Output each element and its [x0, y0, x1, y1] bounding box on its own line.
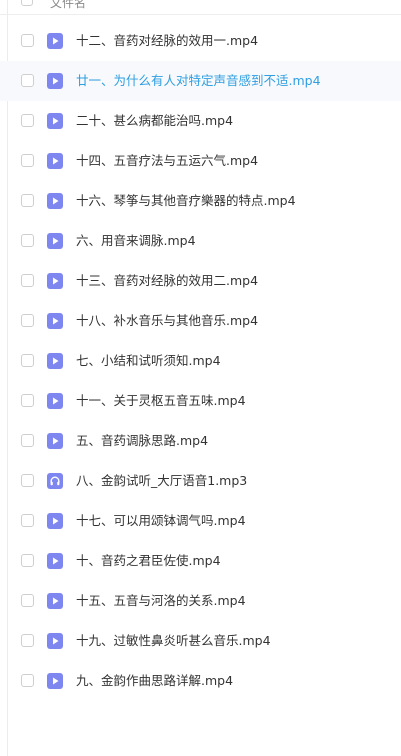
file-row[interactable]: 六、用音来调脉.mp4: [0, 221, 401, 261]
file-list-panel: 文件名 十二、音药对经脉的效用一.mp4 廿一、为什么有人对特定声音感到不适.mp…: [0, 0, 401, 756]
file-checkbox[interactable]: [21, 594, 34, 607]
file-name-link[interactable]: 十七、可以用颂钵调气吗.mp4: [76, 513, 246, 529]
video-file-icon: [47, 673, 63, 689]
video-file-icon: [47, 113, 63, 129]
file-row[interactable]: 十九、过敏性鼻炎听甚么音乐.mp4: [0, 621, 401, 661]
video-file-icon: [47, 353, 63, 369]
file-row[interactable]: 十二、音药对经脉的效用一.mp4: [0, 21, 401, 61]
file-name-link[interactable]: 十九、过敏性鼻炎听甚么音乐.mp4: [76, 633, 271, 649]
file-checkbox[interactable]: [21, 354, 34, 367]
audio-file-icon: [47, 473, 63, 489]
file-row[interactable]: 十七、可以用颂钵调气吗.mp4: [0, 501, 401, 541]
file-checkbox[interactable]: [21, 74, 34, 87]
video-file-icon: [47, 633, 63, 649]
file-checkbox[interactable]: [21, 154, 34, 167]
file-row[interactable]: 十四、五音疗法与五运六气.mp4: [0, 141, 401, 181]
file-name-link[interactable]: 八、金韵试听_大厅语音1.mp3: [76, 473, 247, 489]
file-name-link[interactable]: 十四、五音疗法与五运六气.mp4: [76, 153, 258, 169]
video-file-icon: [47, 433, 63, 449]
file-checkbox[interactable]: [21, 554, 34, 567]
file-name-link[interactable]: 十五、五音与河洛的关系.mp4: [76, 593, 246, 609]
column-header-filename[interactable]: 文件名: [50, 0, 86, 10]
video-file-icon: [47, 273, 63, 289]
file-row[interactable]: 十一、关于灵枢五音五味.mp4: [0, 381, 401, 421]
file-checkbox[interactable]: [21, 34, 34, 47]
video-file-icon: [47, 513, 63, 529]
file-row[interactable]: 二十、甚么病都能治吗.mp4: [0, 101, 401, 141]
file-checkbox[interactable]: [21, 394, 34, 407]
file-name-link[interactable]: 二十、甚么病都能治吗.mp4: [76, 113, 233, 129]
video-file-icon: [47, 313, 63, 329]
video-file-icon: [47, 553, 63, 569]
file-checkbox[interactable]: [21, 114, 34, 127]
file-checkbox[interactable]: [21, 194, 34, 207]
file-name-link[interactable]: 十一、关于灵枢五音五味.mp4: [76, 393, 246, 409]
select-all-checkbox[interactable]: [21, 0, 33, 6]
file-name-link[interactable]: 六、用音来调脉.mp4: [76, 233, 196, 249]
file-checkbox[interactable]: [21, 434, 34, 447]
file-row[interactable]: 十、音药之君臣佐使.mp4: [0, 541, 401, 581]
file-name-link[interactable]: 十六、琴筝与其他音疗樂器的特点.mp4: [76, 193, 296, 209]
video-file-icon: [47, 153, 63, 169]
file-name-link[interactable]: 五、音药调脉思路.mp4: [76, 433, 208, 449]
file-row[interactable]: 八、金韵试听_大厅语音1.mp3: [0, 461, 401, 501]
file-checkbox[interactable]: [21, 314, 34, 327]
file-checkbox[interactable]: [21, 234, 34, 247]
file-row[interactable]: 十三、音药对经脉的效用二.mp4: [0, 261, 401, 301]
file-row[interactable]: 十五、五音与河洛的关系.mp4: [0, 581, 401, 621]
file-row[interactable]: 廿一、为什么有人对特定声音感到不适.mp4: [0, 61, 401, 101]
file-name-link[interactable]: 十八、补水音乐与其他音乐.mp4: [76, 313, 258, 329]
file-name-link[interactable]: 七、小结和试听须知.mp4: [76, 353, 221, 369]
video-file-icon: [47, 393, 63, 409]
file-name-link[interactable]: 十二、音药对经脉的效用一.mp4: [76, 33, 258, 49]
file-row[interactable]: 十六、琴筝与其他音疗樂器的特点.mp4: [0, 181, 401, 221]
file-name-link[interactable]: 九、金韵作曲思路详解.mp4: [76, 673, 233, 689]
video-file-icon: [47, 73, 63, 89]
file-name-link[interactable]: 廿一、为什么有人对特定声音感到不适.mp4: [76, 73, 321, 89]
file-checkbox[interactable]: [21, 274, 34, 287]
video-file-icon: [47, 233, 63, 249]
file-row[interactable]: 十八、补水音乐与其他音乐.mp4: [0, 301, 401, 341]
file-row[interactable]: 五、音药调脉思路.mp4: [0, 421, 401, 461]
video-file-icon: [47, 193, 63, 209]
file-name-link[interactable]: 十三、音药对经脉的效用二.mp4: [76, 273, 258, 289]
file-checkbox[interactable]: [21, 474, 34, 487]
file-row[interactable]: 九、金韵作曲思路详解.mp4: [0, 661, 401, 701]
file-list: 十二、音药对经脉的效用一.mp4 廿一、为什么有人对特定声音感到不适.mp4 二十、…: [0, 21, 401, 701]
file-checkbox[interactable]: [21, 634, 34, 647]
file-checkbox[interactable]: [21, 514, 34, 527]
file-checkbox[interactable]: [21, 674, 34, 687]
file-name-link[interactable]: 十、音药之君臣佐使.mp4: [76, 553, 221, 569]
video-file-icon: [47, 33, 63, 49]
file-row[interactable]: 七、小结和试听须知.mp4: [0, 341, 401, 381]
video-file-icon: [47, 593, 63, 609]
file-list-header: 文件名: [0, 0, 401, 15]
